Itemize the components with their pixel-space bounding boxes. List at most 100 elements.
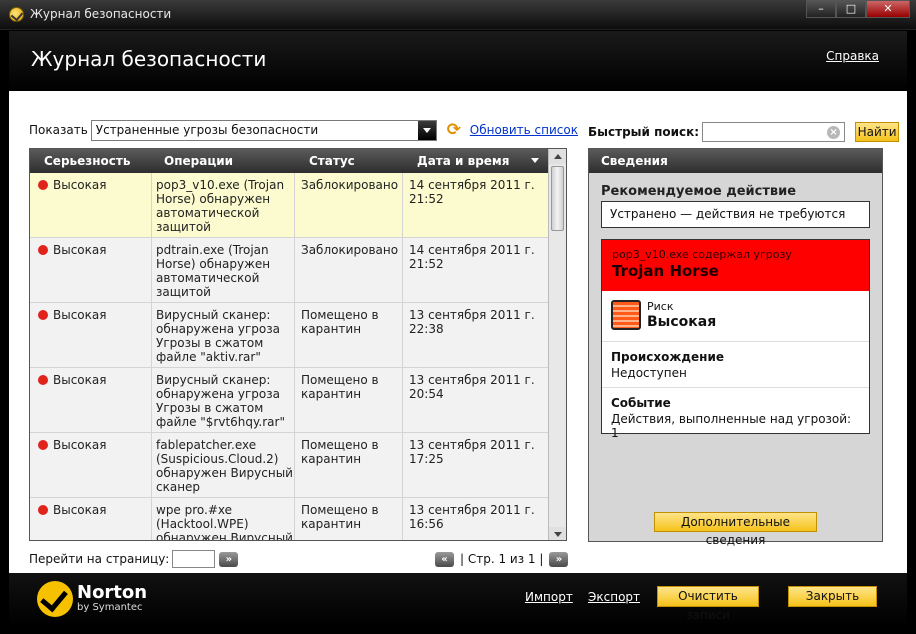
datetime-cell: 13 сентября 2011 г. 22:38 [409,308,535,336]
table-row[interactable]: Высокая Вирусный сканер: обнаружена угро… [30,368,549,433]
next-page-icon[interactable]: » [549,551,569,567]
main-panel: Показать Устраненные угрозы безопасности… [9,91,907,573]
event-label: Событие [611,396,671,410]
origin-section: Происхождение Недоступен [602,342,869,388]
risk-level-icon [611,300,641,330]
details-header: Сведения [589,149,882,173]
status-cell: Помещено в карантин [301,438,379,466]
severity-cell: Высокая [53,178,107,192]
table-body: Высокая pop3_v10.exe (Trojan Horse) обна… [30,173,549,541]
footer: Norton by Symantec Импорт Экспорт Очисти… [9,573,907,627]
status-cell: Помещено в карантин [301,503,379,531]
origin-label: Происхождение [611,350,724,364]
page-navigation: « | Стр. 1 из 1 | » [435,550,569,568]
risk-label: Риск [647,300,674,313]
operation-cell: wpe pro.#xe (Hacktool.WPE) обнаружен Вир… [156,503,293,541]
severity-high-icon [38,440,48,450]
status-cell: Заблокировано [301,243,399,257]
status-cell: Заблокировано [301,178,399,192]
status-cell: Помещено в карантин [301,308,379,336]
severity-cell: Высокая [53,308,107,322]
datetime-cell: 14 сентября 2011 г. 21:52 [409,178,535,206]
chevron-down-icon[interactable] [417,120,436,140]
scrollbar-thumb[interactable] [551,166,564,231]
maximize-button[interactable]: □ [836,0,866,18]
goto-page: Перейти на страницу: » [29,549,239,569]
table-row[interactable]: Высокая pop3_v10.exe (Trojan Horse) обна… [30,173,549,238]
recommended-action-title: Рекомендуемое действие [601,184,797,199]
sort-desc-icon[interactable] [531,158,539,163]
brand-subtitle: by Symantec [77,602,143,613]
filter-selected-value: Устраненные угрозы безопасности [95,122,319,137]
import-link[interactable]: Импорт [525,590,573,604]
datetime-cell: 13 сентября 2011 г. 17:25 [409,438,535,466]
more-details-button[interactable]: Дополнительные сведения [654,512,817,547]
table-row[interactable]: Высокая Вирусный сканер: обнаружена угро… [30,303,549,368]
col-operations[interactable]: Операции [164,154,233,168]
table-row[interactable]: Высокая fablepatcher.exe (Suspicious.Clo… [30,433,549,498]
severity-cell: Высокая [53,438,107,452]
operation-cell: Вирусный сканер: обнаружена угроза Угроз… [156,373,285,429]
table-row[interactable]: Высокая pdtrain.exe (Trojan Horse) обнар… [30,238,549,303]
severity-high-icon [38,375,48,385]
page-header: Журнал безопасности Справка [9,31,907,91]
window-title: Журнал безопасности [30,7,172,21]
operation-cell: pop3_v10.exe (Trojan Horse) обнаружен ав… [156,178,285,234]
datetime-cell: 13 сентября 2011 г. 20:54 [409,373,535,401]
severity-cell: Высокая [53,243,107,257]
page-indicator: | Стр. 1 из 1 | [460,552,544,566]
table-scrollbar[interactable] [548,149,566,540]
severity-high-icon [38,180,48,190]
window-titlebar: Журнал безопасности – □ ✕ [0,0,916,30]
recommended-action-value: Устранено — действия не требуются [601,201,870,228]
col-status[interactable]: Статус [309,154,355,168]
prev-page-icon[interactable]: « [435,551,454,567]
refresh-icon[interactable]: ⟳ [447,121,465,139]
operation-cell: pdtrain.exe (Trojan Horse) обнаружен авт… [156,243,271,299]
risk-value: Высокая [647,314,717,330]
severity-cell: Высокая [53,373,107,387]
window-controls: – □ ✕ [806,0,910,20]
operation-cell: fablepatcher.exe (Suspicious.Cloud.2) об… [156,438,293,494]
export-link[interactable]: Экспорт [588,590,640,604]
severity-cell: Высокая [53,503,107,517]
severity-high-icon [38,505,48,515]
severity-high-icon [38,245,48,255]
status-cell: Помещено в карантин [301,373,379,401]
scroll-down-arrow-icon[interactable] [549,527,566,540]
clear-records-button[interactable]: Очистить записи [657,586,759,622]
filter-label: Показать [29,123,88,137]
search-label: Быстрый поиск: [588,125,700,139]
norton-app-icon [9,7,24,22]
quick-search: Быстрый поиск: × Найти [588,121,900,143]
col-datetime[interactable]: Дата и время [417,154,509,168]
scroll-up-arrow-icon[interactable] [549,149,566,164]
datetime-cell: 13 сентября 2011 г. 16:56 [409,503,535,531]
goto-page-input[interactable] [172,550,216,568]
events-table: Серьезность Операции Статус Дата и время… [29,148,567,541]
col-severity[interactable]: Серьезность [44,154,130,168]
goto-page-label: Перейти на страницу: [29,552,170,566]
search-input[interactable]: × [702,122,846,142]
risk-section: Риск Высокая [602,291,869,342]
help-link[interactable]: Справка [826,49,879,63]
filter-select[interactable]: Устраненные угрозы безопасности [90,119,437,141]
event-value: Действия, выполненные над угрозой: 1 [611,412,852,440]
threat-name: Trojan Horse [612,262,719,280]
close-button[interactable]: Закрыть [788,586,877,607]
table-header: Серьезность Операции Статус Дата и время [30,149,549,173]
threat-card: pop3_v10.exe содержал угрозу Trojan Hors… [601,239,870,440]
threat-subtitle: pop3_v10.exe содержал угрозу [612,248,792,261]
brand-name: Norton [77,582,148,603]
table-row[interactable]: Высокая wpe pro.#xe (Hacktool.WPE) обнар… [30,498,549,541]
minimize-button[interactable]: – [806,0,836,18]
go-arrow-icon[interactable]: » [219,551,239,567]
threat-banner: pop3_v10.exe содержал угрозу Trojan Hors… [602,240,869,291]
find-button[interactable]: Найти [855,122,900,142]
clear-search-icon[interactable]: × [827,126,841,139]
close-window-button[interactable]: ✕ [866,0,910,18]
norton-logo-icon [37,581,73,617]
refresh-list-link[interactable]: Обновить список [470,123,578,137]
filter-row: Показать Устраненные угрозы безопасности… [29,119,578,141]
event-section: Событие Действия, выполненные над угрозо… [602,388,869,440]
